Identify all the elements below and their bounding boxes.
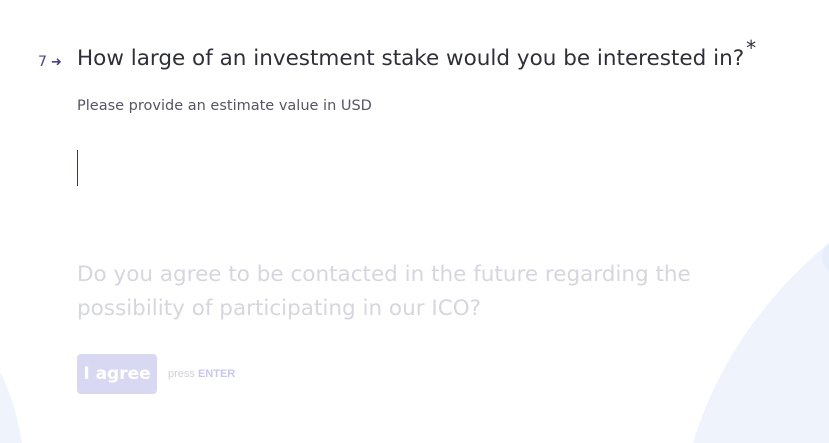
press-enter-hint: press ENTER: [168, 368, 235, 380]
agree-button[interactable]: I agree: [77, 354, 157, 394]
question-number: 7 ➜: [38, 54, 62, 70]
question-title: How large of an investment stake would y…: [77, 36, 756, 71]
press-hint-text: press: [168, 368, 195, 380]
question-title-text: How large of an investment stake would y…: [77, 46, 745, 71]
press-hint-key: ENTER: [197, 368, 236, 380]
form-page: 7 ➜ How large of an investment stake wou…: [0, 0, 829, 443]
question-description: Please provide an estimate value in USD: [77, 98, 372, 114]
arrow-right-icon: ➜: [50, 54, 62, 70]
next-question-title: Do you agree to be contacted in the futu…: [77, 262, 691, 321]
question-number-label: 7: [38, 54, 47, 70]
required-asterisk: *: [746, 36, 757, 60]
answer-input[interactable]: [77, 150, 677, 186]
